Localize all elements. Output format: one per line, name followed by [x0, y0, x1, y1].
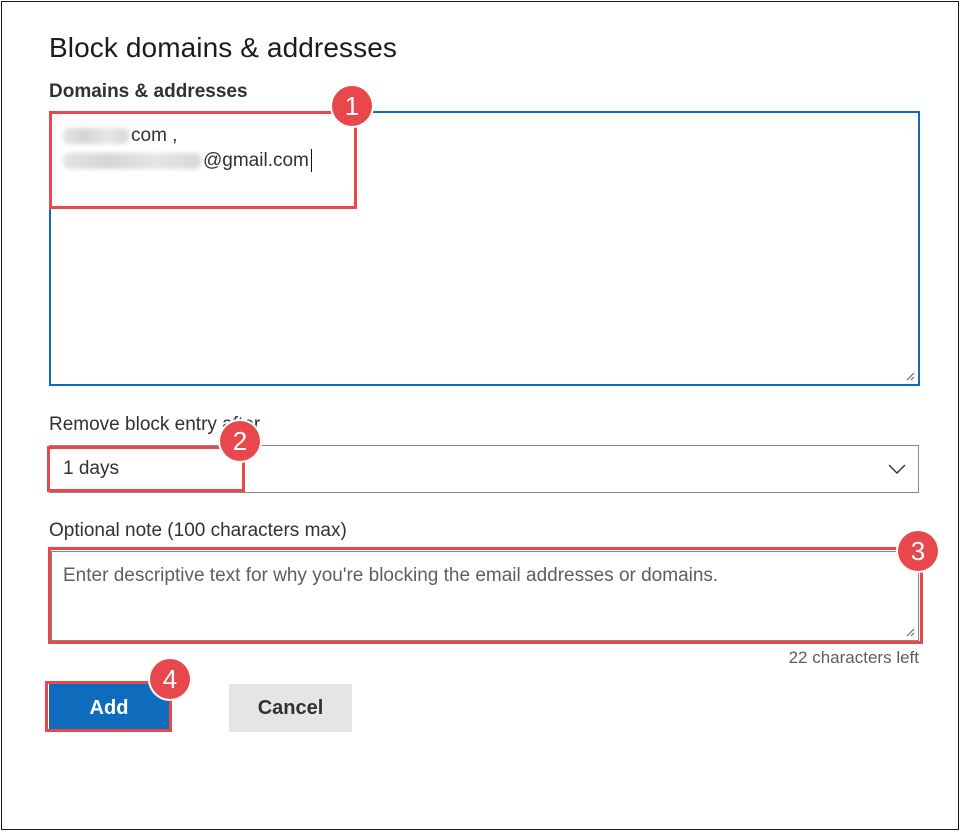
note-label: Optional note (100 characters max) — [49, 520, 347, 541]
resize-grip-icon[interactable] — [906, 628, 915, 637]
expiry-dropdown[interactable]: 1 days — [49, 445, 919, 493]
resize-grip-icon[interactable] — [906, 372, 915, 381]
note-placeholder: Enter descriptive text for why you're bl… — [63, 565, 719, 586]
callout-badge-3: 3 — [898, 531, 938, 571]
add-button[interactable]: Add — [49, 684, 169, 732]
characters-left-counter: 22 characters left — [788, 648, 919, 667]
chevron-down-icon — [888, 464, 906, 474]
note-textarea[interactable]: Enter descriptive text for why you're bl… — [51, 551, 919, 641]
dialog-title: Block domains & addresses — [49, 32, 398, 63]
redacted-text — [63, 152, 201, 169]
redacted-text — [63, 128, 129, 144]
domain-entry: com , — [63, 125, 177, 147]
cancel-button[interactable]: Cancel — [229, 684, 352, 732]
address-entry: @gmail.com — [63, 149, 313, 172]
callout-badge-2: 2 — [220, 421, 260, 461]
text-caret — [310, 149, 313, 172]
address-entry-text: @gmail.com — [203, 149, 309, 171]
callout-badge-1: 1 — [332, 86, 372, 126]
callout-badge-4: 4 — [150, 659, 190, 699]
domains-textarea[interactable]: com , @gmail.com — [49, 111, 920, 386]
expiry-selected-value: 1 days — [63, 458, 119, 479]
domain-entry-text: com , — [131, 125, 178, 146]
domains-label: Domains & addresses — [49, 81, 248, 102]
